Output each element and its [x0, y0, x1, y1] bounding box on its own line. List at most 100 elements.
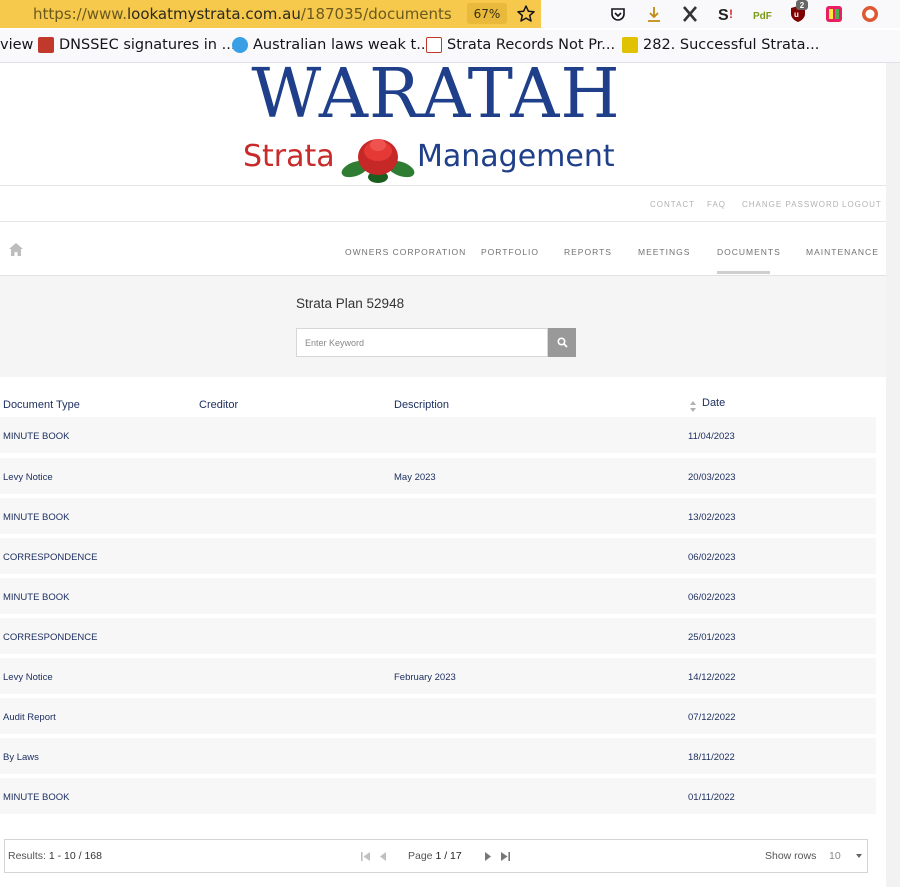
waratah-logo[interactable]: WARATAH Strata Management: [243, 55, 629, 185]
table-row[interactable]: MINUTE BOOK 11/04/2023: [0, 417, 876, 453]
rows-per-page-select[interactable]: 10: [829, 850, 841, 862]
cell-date: 18/11/2022: [688, 752, 735, 763]
cell-document-type: Levy Notice: [3, 472, 53, 483]
table-header: Document Type Creditor Description Date: [0, 377, 886, 417]
table-row[interactable]: Audit Report 07/12/2022: [0, 698, 876, 734]
cell-date: 13/02/2023: [688, 512, 736, 523]
gmail-favicon-icon: [426, 37, 442, 53]
logout-link[interactable]: LOGOUT: [842, 200, 882, 209]
cell-document-type: MINUTE BOOK: [3, 592, 70, 603]
logo-title: WARATAH: [251, 55, 621, 134]
url-text: https://www.lookatmystrata.com.au/187035…: [33, 5, 452, 23]
main-nav: OWNERS CORPORATION PORTFOLIO REPORTS MEE…: [0, 222, 886, 276]
nav-reports[interactable]: REPORTS: [564, 247, 612, 257]
cell-description: February 2023: [394, 672, 456, 683]
svg-text:u: u: [794, 10, 799, 19]
logo-sub-left: Strata: [243, 139, 335, 174]
strata-plan-title: Strata Plan 52948: [296, 296, 405, 311]
change-password-link[interactable]: CHANGE PASSWORD: [742, 200, 840, 209]
bookmark-favicon-icon: [38, 37, 54, 53]
cell-description: May 2023: [394, 472, 436, 483]
nav-maintenance[interactable]: MAINTENANCE: [806, 247, 879, 257]
table-row[interactable]: CORRESPONDENCE 25/01/2023: [0, 618, 876, 654]
table-row[interactable]: Levy Notice February 2023 14/12/2022: [0, 658, 876, 694]
cell-date: 06/02/2023: [688, 552, 736, 563]
table-row[interactable]: MINUTE BOOK 01/11/2022: [0, 778, 876, 814]
duckduckgo-icon[interactable]: [860, 4, 880, 24]
bookmark-star-icon[interactable]: [516, 4, 536, 24]
cell-date: 11/04/2023: [688, 431, 735, 442]
contact-link[interactable]: CONTACT: [650, 200, 695, 209]
pocket-icon[interactable]: [608, 4, 628, 24]
bookmark-item[interactable]: Strata Records Not Pr...: [426, 37, 615, 53]
cell-document-type: Audit Report: [3, 712, 56, 723]
table-row[interactable]: MINUTE BOOK 06/02/2023: [0, 578, 876, 614]
utility-nav: CONTACT FAQ CHANGE PASSWORD LOGOUT: [0, 185, 886, 222]
extension-badge: 2: [796, 0, 808, 10]
browser-toolbar: https://www.lookatmystrata.com.au/187035…: [0, 0, 900, 28]
zoom-badge[interactable]: 67%: [467, 3, 507, 24]
show-rows-label: Show rows: [765, 850, 817, 862]
last-page-icon[interactable]: [501, 852, 510, 861]
next-page-icon[interactable]: [483, 852, 492, 861]
pdf-extension-icon[interactable]: PdF: [752, 4, 772, 24]
table-row[interactable]: By Laws 18/11/2022: [0, 738, 876, 774]
bookmark-favicon-icon: [232, 37, 248, 53]
svg-text:S: S: [718, 7, 729, 24]
table-row[interactable]: MINUTE BOOK 13/02/2023: [0, 498, 876, 534]
bookmark-item[interactable]: DNSSEC signatures in ...: [38, 37, 235, 53]
cell-document-type: CORRESPONDENCE: [3, 552, 98, 563]
nav-meetings[interactable]: MEETINGS: [638, 247, 690, 257]
bookmark-item[interactable]: view: [0, 37, 33, 53]
waratah-flower-icon: [341, 139, 415, 183]
cell-document-type: MINUTE BOOK: [3, 792, 70, 803]
faq-link[interactable]: FAQ: [707, 200, 726, 209]
bookmark-item[interactable]: 282. Successful Strata...: [622, 37, 819, 53]
cell-document-type: MINUTE BOOK: [3, 512, 70, 523]
table-row[interactable]: CORRESPONDENCE 06/02/2023: [0, 538, 876, 574]
x-extension-icon[interactable]: [680, 4, 700, 24]
first-page-icon[interactable]: [361, 852, 370, 861]
search-button[interactable]: [548, 328, 576, 357]
header-creditor[interactable]: Creditor: [199, 399, 238, 411]
header-date[interactable]: Date: [702, 397, 725, 409]
sort-icon[interactable]: [690, 401, 696, 412]
header-description[interactable]: Description: [394, 399, 449, 411]
pagination-bar: Results: 1 - 10 / 168 Page 1 / 17 Show r…: [4, 839, 868, 873]
page: WARATAH Strata Management CONTACT FAQ CH…: [0, 55, 886, 887]
cell-date: 25/01/2023: [688, 632, 736, 643]
s-extension-icon[interactable]: S!: [716, 4, 736, 24]
bookmark-item[interactable]: Australian laws weak t...: [232, 37, 430, 53]
header-document-type[interactable]: Document Type: [3, 399, 80, 411]
chevron-down-icon[interactable]: [856, 854, 862, 858]
url-field[interactable]: https://www.lookatmystrata.com.au/187035…: [0, 0, 541, 28]
nav-owners-corporation[interactable]: OWNERS CORPORATION: [345, 247, 466, 257]
logo-sub-right: Management: [417, 139, 615, 174]
search-icon: [556, 337, 568, 348]
nav-documents[interactable]: DOCUMENTS: [717, 247, 781, 257]
results-count: Results: 1 - 10 / 168: [8, 850, 102, 862]
cell-date: 01/11/2022: [688, 792, 735, 803]
download-icon[interactable]: [644, 4, 664, 24]
cell-date: 06/02/2023: [688, 592, 736, 603]
keyword-search-input[interactable]: [296, 328, 548, 357]
cell-date: 07/12/2022: [688, 712, 736, 723]
nav-portfolio[interactable]: PORTFOLIO: [481, 247, 539, 257]
page-scroll-gutter: [886, 63, 900, 887]
table-row[interactable]: Levy Notice May 2023 20/03/2023: [0, 458, 876, 494]
svg-text:PdF: PdF: [753, 11, 772, 22]
home-icon[interactable]: [9, 243, 23, 256]
svg-text:!: !: [729, 7, 733, 21]
cell-date: 20/03/2023: [688, 472, 736, 483]
multicolor-extension-icon[interactable]: [824, 4, 844, 24]
active-tab-indicator: [717, 271, 770, 274]
cell-date: 14/12/2022: [688, 672, 736, 683]
cell-document-type: Levy Notice: [3, 672, 53, 683]
cell-document-type: MINUTE BOOK: [3, 431, 70, 442]
search-section: Strata Plan 52948: [0, 276, 886, 377]
prev-page-icon[interactable]: [379, 852, 388, 861]
cell-document-type: By Laws: [3, 752, 39, 763]
bookmark-favicon-icon: [622, 37, 638, 53]
page-indicator: Page 1 / 17: [408, 850, 462, 862]
cell-document-type: CORRESPONDENCE: [3, 632, 98, 643]
